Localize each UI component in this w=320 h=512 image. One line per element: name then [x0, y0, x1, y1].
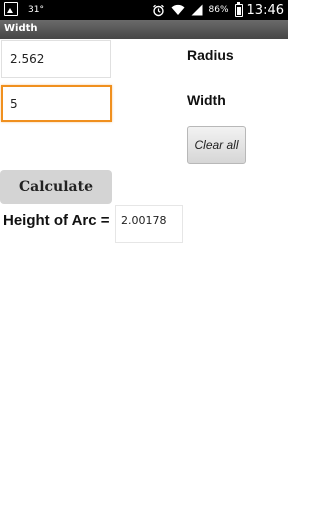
battery-percent: 86% [208, 5, 229, 15]
image-notification-icon [4, 2, 18, 16]
temperature-text: 31° [28, 4, 44, 15]
app-title: Width [4, 23, 38, 34]
radius-label: Radius [187, 47, 234, 63]
height-result: 2.00178 [115, 205, 183, 243]
signal-icon [191, 4, 203, 16]
status-bar-right: 86% 13:46 [146, 0, 284, 20]
width-input[interactable] [1, 85, 112, 122]
status-bar-left: 31° [4, 2, 44, 16]
radius-input[interactable] [1, 40, 111, 78]
status-bar: 31° 86% 13:46 [0, 0, 288, 20]
battery-icon [234, 1, 243, 17]
title-bar: Width [0, 20, 288, 39]
alarm-icon [152, 4, 164, 16]
wifi-icon [171, 4, 185, 15]
clear-all-button[interactable]: Clear all [187, 126, 246, 164]
height-of-arc-label: Height of Arc = [3, 212, 110, 229]
calculate-button[interactable]: Calculate [0, 170, 112, 204]
clock: 13:46 [246, 2, 284, 18]
width-label: Width [187, 92, 226, 108]
